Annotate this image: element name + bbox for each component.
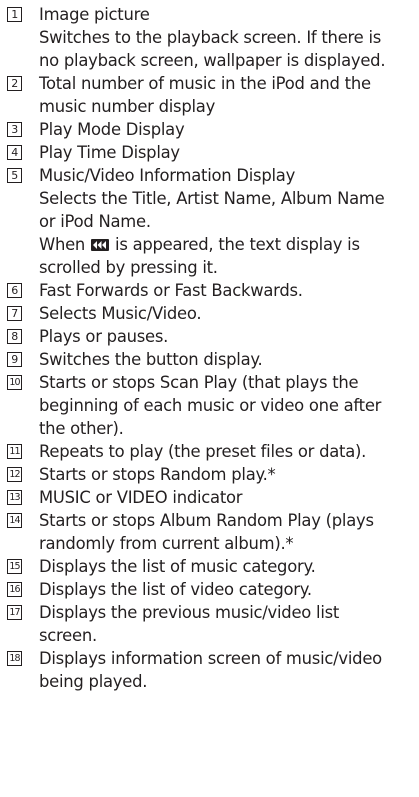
item-title: Displays the previous music/video list bbox=[39, 603, 340, 622]
list-item: 4 Play Time Display bbox=[6, 141, 416, 164]
callout-legend-list: 1 Image picture Switches to the playback… bbox=[6, 3, 416, 693]
item-title: Total number of music in the iPod and th… bbox=[39, 74, 371, 93]
item-number-badge: 5 bbox=[7, 168, 22, 183]
item-number-badge: 16 bbox=[7, 582, 22, 597]
item-description: scrolled by pressing it. bbox=[39, 258, 218, 277]
item-description: or iPod Name. bbox=[39, 212, 151, 231]
list-item: 11 Repeats to play (the preset files or … bbox=[6, 440, 416, 463]
item-number-badge: 18 bbox=[7, 651, 22, 666]
list-item: 7 Selects Music/Video. bbox=[6, 302, 416, 325]
list-item: 9 Switches the button display. bbox=[6, 348, 416, 371]
item-number-badge: 7 bbox=[7, 306, 22, 321]
list-item: 3 Play Mode Display bbox=[6, 118, 416, 141]
list-item: 18 Displays information screen of music/… bbox=[6, 647, 416, 693]
item-description: Selects the Title, Artist Name, Album Na… bbox=[39, 189, 385, 208]
list-item: 2 Total number of music in the iPod and … bbox=[6, 72, 416, 118]
item-number-badge: 3 bbox=[7, 122, 22, 137]
item-number-badge: 17 bbox=[7, 605, 22, 620]
item-title: being played. bbox=[39, 672, 148, 691]
item-title: Repeats to play (the preset files or dat… bbox=[39, 442, 367, 461]
list-item: 14 Starts or stops Album Random Play (pl… bbox=[6, 509, 416, 555]
item-title: Play Mode Display bbox=[39, 120, 185, 139]
item-number-badge: 2 bbox=[7, 76, 22, 91]
item-number-badge: 8 bbox=[7, 329, 22, 344]
item-number-badge: 10 bbox=[7, 375, 22, 390]
item-title: screen. bbox=[39, 626, 97, 645]
item-title: Displays the list of music category. bbox=[39, 557, 316, 576]
list-item: 8 Plays or pauses. bbox=[6, 325, 416, 348]
item-title: the other). bbox=[39, 419, 124, 438]
item-number-badge: 4 bbox=[7, 145, 22, 160]
scroll-icon bbox=[91, 239, 110, 251]
item-title: Selects Music/Video. bbox=[39, 304, 202, 323]
item-number-badge: 9 bbox=[7, 352, 22, 367]
item-title: Displays information screen of music/vid… bbox=[39, 649, 382, 668]
item-title: Starts or stops Album Random Play (plays bbox=[39, 511, 374, 530]
item-description: no playback screen, wallpaper is display… bbox=[39, 51, 386, 70]
item-title: Switches the button display. bbox=[39, 350, 263, 369]
item-number-badge: 12 bbox=[7, 467, 22, 482]
item-title: beginning of each music or video one aft… bbox=[39, 396, 382, 415]
item-title: Music/Video Information Display bbox=[39, 166, 296, 185]
item-title: Plays or pauses. bbox=[39, 327, 169, 346]
item-number-badge: 14 bbox=[7, 513, 22, 528]
list-item: 10 Starts or stops Scan Play (that plays… bbox=[6, 371, 416, 440]
item-number-badge: 6 bbox=[7, 283, 22, 298]
item-title: MUSIC or VIDEO indicator bbox=[39, 488, 243, 507]
list-item: 6 Fast Forwards or Fast Backwards. bbox=[6, 279, 416, 302]
list-item: 1 Image picture Switches to the playback… bbox=[6, 3, 416, 72]
item-title: Displays the list of video category. bbox=[39, 580, 312, 599]
list-item: 12 Starts or stops Random play.* bbox=[6, 463, 416, 486]
item-number-badge: 15 bbox=[7, 559, 22, 574]
list-item: 17 Displays the previous music/video lis… bbox=[6, 601, 416, 647]
item-number-badge: 11 bbox=[7, 444, 22, 459]
item-title: Play Time Display bbox=[39, 143, 180, 162]
list-item: 13 MUSIC or VIDEO indicator bbox=[6, 486, 416, 509]
item-number-badge: 13 bbox=[7, 490, 22, 505]
list-item: 5 Music/Video Information Display Select… bbox=[6, 164, 416, 279]
list-item: 16 Displays the list of video category. bbox=[6, 578, 416, 601]
item-title: Image picture bbox=[39, 5, 150, 24]
list-item: 15 Displays the list of music category. bbox=[6, 555, 416, 578]
item-description: When is appeared, the text display is bbox=[39, 235, 360, 254]
item-title: randomly from current album).* bbox=[39, 534, 294, 553]
item-title: Starts or stops Scan Play (that plays th… bbox=[39, 373, 359, 392]
item-description: Switches to the playback screen. If ther… bbox=[39, 28, 382, 47]
item-title: Starts or stops Random play.* bbox=[39, 465, 276, 484]
item-title: Fast Forwards or Fast Backwards. bbox=[39, 281, 303, 300]
item-title: music number display bbox=[39, 97, 216, 116]
item-number-badge: 1 bbox=[7, 7, 22, 22]
